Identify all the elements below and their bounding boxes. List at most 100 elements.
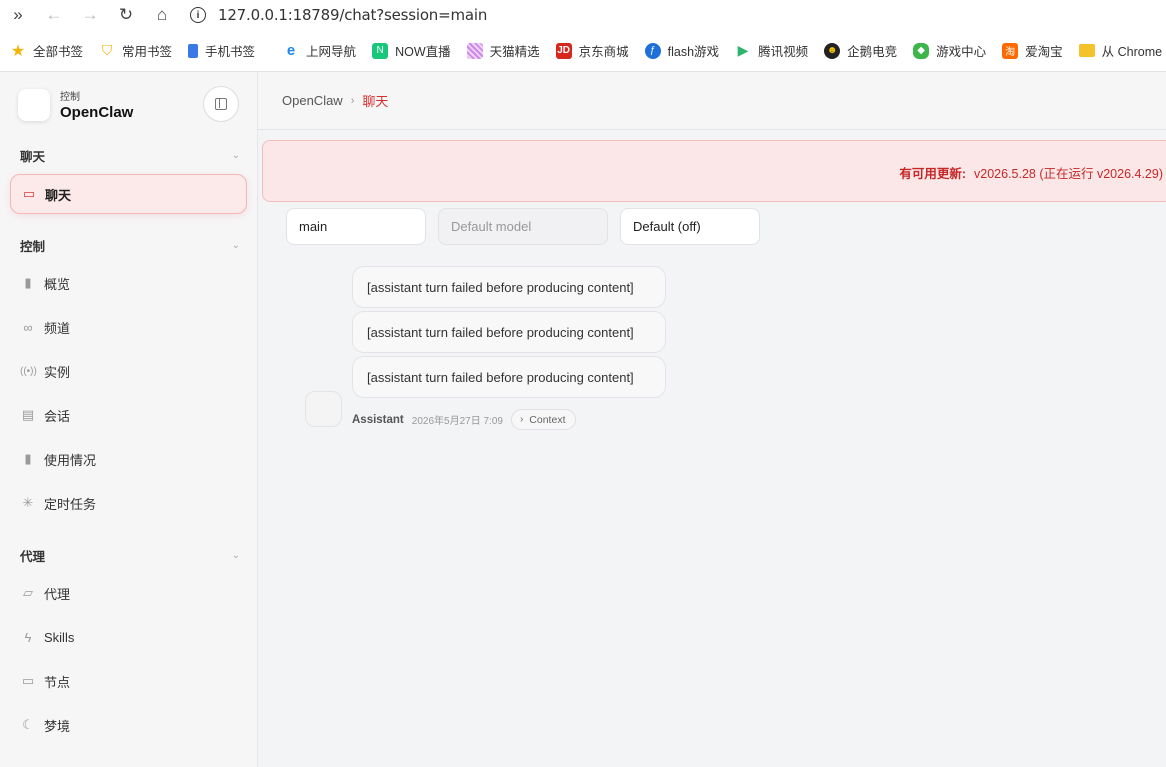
jd-icon: JD <box>555 42 572 59</box>
sidebar-item-label: 节点 <box>44 674 71 690</box>
flash-icon: ƒ <box>644 42 661 59</box>
bookmark-label: 全部书签 <box>33 45 84 59</box>
sidebar-item-nodes[interactable]: ▭ 节点 <box>20 669 240 693</box>
message-timestamp: 2026年5月27日 7:09 <box>411 416 503 427</box>
avatar <box>305 391 342 427</box>
sidebar-item-label: 聊天 <box>45 187 72 203</box>
phone-icon <box>188 43 199 58</box>
bookmark-label: NOW直播 <box>395 45 451 59</box>
bookmark-label: 京东商城 <box>578 45 629 59</box>
sidebar-item-label: 定时任务 <box>44 496 97 512</box>
session-select[interactable]: main <box>286 208 426 245</box>
group-label: 聊天 <box>20 150 46 164</box>
browser-address-row: » ← → ↻ ⌂ i 127.0.0.1:18789/chat?session… <box>0 0 1166 30</box>
update-text: 有可用更新: v2026.5.28 (正在运行 v2026.4.29) <box>899 163 1163 182</box>
breadcrumb-root[interactable]: OpenClaw <box>282 93 343 108</box>
bookmark-taobao[interactable]: 淘 爱淘宝 <box>1002 41 1063 60</box>
bookmark-label: 爱淘宝 <box>1025 45 1063 59</box>
bookmarks-bar: ★ 全部书签 ⛉ 常用书签 手机书签 e 上网导航 N NOW直播 天猫精选 J… <box>0 30 1166 72</box>
url-bar[interactable]: 127.0.0.1:18789/chat?session=main <box>218 6 487 24</box>
sidebar-item-agents[interactable]: ▱ 代理 <box>20 581 240 605</box>
reload-icon[interactable]: ↻ <box>108 0 144 30</box>
sidebar-item-sessions[interactable]: ▤ 会话 <box>20 403 240 427</box>
bookmark-tencent-video[interactable]: ▶ 腾讯视频 <box>735 41 808 60</box>
chevron-down-icon: ⌄ <box>231 240 240 251</box>
bookmark-jd[interactable]: JD 京东商城 <box>555 41 629 60</box>
site-info-icon[interactable]: i <box>190 7 206 23</box>
context-label: Context <box>529 413 566 426</box>
context-button[interactable]: › Context <box>510 409 577 430</box>
double-chevron-icon[interactable]: » <box>0 0 36 30</box>
tencent-video-icon: ▶ <box>737 42 749 58</box>
forward-arrow-icon[interactable]: → <box>72 0 108 30</box>
bookmark-now-live[interactable]: N NOW直播 <box>372 41 451 60</box>
penguin-esports-icon: ☻ <box>824 42 841 59</box>
sidebar-item-label: 会话 <box>44 408 71 424</box>
sidebar-item-label: 使用情况 <box>44 452 97 468</box>
sidebar-item-instances[interactable]: ((•)) 实例 <box>20 359 240 383</box>
bookmark-label: 游戏中心 <box>936 45 987 59</box>
update-banner: 有可用更新: v2026.5.28 (正在运行 v2026.4.29) <box>262 140 1166 202</box>
bookmark-label: 企鹅电竞 <box>847 45 898 59</box>
sidebar-item-skills[interactable]: ϟ Skills <box>20 625 240 649</box>
sender-name: Assistant <box>352 413 404 426</box>
message-meta: Assistant 2026年5月27日 7:09 › Context <box>352 409 577 430</box>
brand: 控制 OpenClaw <box>18 88 133 121</box>
bookmark-import-chrome[interactable]: 从 Chrome 中导 <box>1078 41 1166 60</box>
model-select[interactable]: Default model <box>438 208 608 245</box>
sidebar-collapse-button[interactable] <box>203 86 239 122</box>
home-icon[interactable]: ⌂ <box>144 0 180 30</box>
sidebar-toggle-icon <box>215 98 227 110</box>
bookmark-label: 常用书签 <box>122 45 173 59</box>
sidebar-item-usage[interactable]: ▮ 使用情况 <box>20 447 240 471</box>
chevron-right-icon: › <box>519 414 524 425</box>
group-label: 控制 <box>20 240 46 254</box>
brand-title: OpenClaw <box>60 104 134 121</box>
star-icon: ★ <box>10 42 26 60</box>
sidebar-item-cron[interactable]: ✳ 定时任务 <box>20 491 240 515</box>
group-chat-header[interactable]: 聊天 ⌄ <box>20 146 240 165</box>
tmall-icon <box>466 42 483 59</box>
bookmark-tmall[interactable]: 天猫精选 <box>466 41 540 60</box>
radio-signal-icon: ((•)) <box>20 365 37 377</box>
sidebar-item-dreams[interactable]: ☾ 梦境 <box>20 713 240 737</box>
bookmark-mobile[interactable]: 手机书签 <box>188 41 255 60</box>
sidebar-item-chat[interactable]: ▭ 聊天 <box>10 174 247 214</box>
breadcrumb-separator-icon: › <box>350 94 355 107</box>
thinking-select[interactable]: Default (off) <box>620 208 760 245</box>
document-icon: ▤ <box>21 407 35 422</box>
bookmark-all[interactable]: ★ 全部书签 <box>10 41 83 60</box>
group-control-header[interactable]: 控制 ⌄ <box>20 236 240 255</box>
sidebar-item-label: 实例 <box>44 364 71 380</box>
bookmark-label: flash游戏 <box>667 45 720 59</box>
bookmark-label: 手机书签 <box>205 45 256 59</box>
group-agent-header[interactable]: 代理 ⌄ <box>20 546 240 565</box>
bookmark-label: 腾讯视频 <box>758 45 809 59</box>
sidebar-item-label: 代理 <box>44 586 71 602</box>
sidebar-item-overview[interactable]: ▮ 概览 <box>20 271 240 295</box>
assistant-message: [assistant turn failed before producing … <box>352 356 666 398</box>
lightning-icon: ϟ <box>24 629 32 645</box>
bookmark-penguin-esports[interactable]: ☻ 企鹅电竞 <box>824 41 897 60</box>
bookmark-nav[interactable]: e 上网导航 <box>283 41 356 60</box>
sidebar-item-channels[interactable]: ∞ 频道 <box>20 315 240 339</box>
bookmark-flash[interactable]: ƒ flash游戏 <box>644 41 720 60</box>
assistant-message: [assistant turn failed before producing … <box>352 311 666 353</box>
bookmark-common[interactable]: ⛉ 常用书签 <box>99 41 172 60</box>
ie-icon: e <box>286 42 296 59</box>
bookmark-game-center[interactable]: ◆ 游戏中心 <box>913 41 986 60</box>
sidebar-item-label: 概览 <box>44 276 71 292</box>
back-arrow-icon[interactable]: ← <box>36 0 72 30</box>
now-live-icon: N <box>372 42 389 59</box>
sidebar-item-label: 梦境 <box>44 718 71 734</box>
assistant-message: [assistant turn failed before producing … <box>352 266 666 308</box>
monitor-icon: ▭ <box>21 673 35 688</box>
breadcrumb: OpenClaw › 聊天 <box>258 72 1166 130</box>
update-versions[interactable]: v2026.5.28 (正在运行 v2026.4.29) <box>974 167 1163 181</box>
folder-icon <box>1078 44 1095 57</box>
bookmark-label: 从 Chrome 中导 <box>1101 45 1166 59</box>
bar-chart-icon: ▮ <box>24 275 32 290</box>
loader-icon: ✳ <box>22 495 34 510</box>
sidebar: 控制 OpenClaw 聊天 ⌄ ▭ 聊天 控制 ⌄ ▮ 概览 ∞ 频道 ((•… <box>0 72 258 767</box>
update-label: 有可用更新: <box>899 167 966 181</box>
